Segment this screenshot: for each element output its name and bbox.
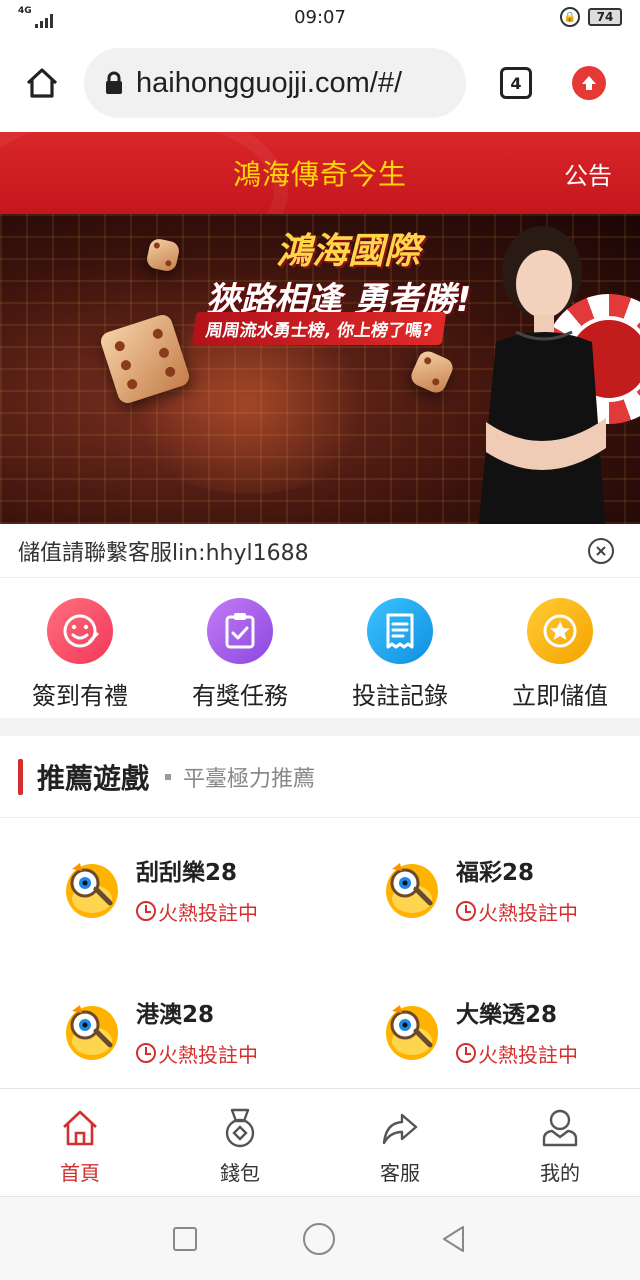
lock-icon	[106, 71, 122, 94]
game-name: 港澳28	[136, 1001, 215, 1028]
notice-bar: 儲值請聯繫客服lin:hhyl1688	[0, 524, 640, 578]
url-text: haihongguojji.com/#/	[136, 66, 403, 99]
nav-label: 錢包	[220, 1161, 260, 1185]
quick-action-label: 有獎任務	[192, 682, 288, 710]
magnifier-mascot-icon	[66, 1005, 118, 1060]
nav-label: 客服	[380, 1161, 420, 1185]
app-header: 鴻海傳奇今生 公告	[0, 132, 640, 214]
game-status: 火熱投註中	[136, 897, 258, 926]
notice-text: 儲值請聯繫客服lin:hhyl1688	[18, 540, 309, 566]
back-triangle-icon[interactable]	[439, 1224, 469, 1254]
star-coin-icon	[527, 598, 593, 664]
recommended-games-header: 推薦遊戲 平臺極力推薦	[0, 736, 640, 818]
clipboard-check-icon	[207, 598, 273, 664]
nav-label: 我的	[540, 1161, 580, 1185]
game-item[interactable]: 福彩28 火熱投註中	[320, 818, 640, 960]
magnifier-mascot-icon	[386, 1005, 438, 1060]
address-bar[interactable]: haihongguojji.com/#/	[84, 48, 466, 118]
status-bar: 4G 09:07 🔒 74	[0, 0, 640, 34]
banner-subtitle: 周周流水勇士榜, 你上榜了嗎?	[191, 312, 447, 345]
section-divider	[0, 718, 640, 736]
game-name: 大樂透28	[456, 1001, 558, 1028]
clock-icon	[136, 1043, 156, 1063]
magnifier-mascot-icon	[66, 863, 118, 918]
game-status: 火熱投註中	[456, 897, 578, 926]
quick-actions: 簽到有禮 有獎任務 投註記錄 立即儲值	[0, 578, 640, 718]
section-accent-bar	[18, 758, 23, 795]
nav-profile[interactable]: 我的	[480, 1089, 640, 1196]
section-dot	[165, 773, 172, 780]
announcement-button[interactable]: 公告	[564, 156, 612, 191]
promo-banner[interactable]: 鴻海國際 狹路相逢 勇者勝! 周周流水勇士榜, 你上榜了嗎?	[0, 214, 640, 524]
game-status-text: 火熱投註中	[478, 900, 578, 925]
magnifier-mascot-icon	[386, 863, 438, 918]
quick-action-bet-records[interactable]: 投註記錄	[320, 578, 480, 718]
status-time: 09:07	[294, 6, 346, 28]
arrow-up-icon	[582, 76, 596, 90]
quick-action-sign-in[interactable]: 簽到有禮	[0, 578, 160, 718]
home-icon	[26, 68, 58, 98]
game-list: 刮刮樂28 火熱投註中 福彩28 火熱投註中 港澳28 火熱投註中 大樂透28 …	[0, 818, 640, 1088]
wallet-medal-icon	[225, 1108, 255, 1148]
share-arrow-icon	[382, 1113, 418, 1145]
smile-sign-icon	[47, 598, 113, 664]
system-navigation	[0, 1196, 640, 1280]
game-item[interactable]: 大樂透28 火熱投註中	[320, 960, 640, 1102]
game-status-text: 火熱投註中	[158, 900, 258, 925]
browser-home-button[interactable]	[22, 63, 62, 103]
clock-icon	[456, 901, 476, 921]
receipt-icon	[367, 598, 433, 664]
nav-support[interactable]: 客服	[320, 1089, 480, 1196]
game-name: 福彩28	[456, 859, 535, 886]
banner-brand: 鴻海國際	[276, 231, 421, 272]
game-status: 火熱投註中	[456, 1039, 578, 1068]
clock-icon	[456, 1043, 476, 1063]
update-button[interactable]	[572, 66, 606, 100]
game-name: 刮刮樂28	[136, 859, 238, 886]
quick-action-label: 立即儲值	[512, 682, 608, 710]
page-title: 鴻海傳奇今生	[232, 158, 407, 191]
promo-model-image	[478, 226, 606, 524]
bottom-navigation: 首頁 錢包 客服 我的	[0, 1088, 640, 1196]
section-title: 推薦遊戲	[37, 761, 150, 795]
game-item[interactable]: 刮刮樂28 火熱投註中	[0, 818, 320, 960]
game-item[interactable]: 港澳28 火熱投註中	[0, 960, 320, 1102]
game-status: 火熱投註中	[136, 1039, 258, 1068]
clock-icon	[136, 901, 156, 921]
game-status-text: 火熱投註中	[158, 1042, 258, 1067]
close-icon[interactable]	[588, 537, 614, 564]
home-circle-icon[interactable]	[302, 1222, 336, 1256]
nav-home[interactable]: 首頁	[0, 1089, 160, 1196]
nav-label: 首頁	[60, 1161, 100, 1185]
quick-action-label: 簽到有禮	[32, 682, 128, 710]
quick-action-tasks[interactable]: 有獎任務	[160, 578, 320, 718]
game-status-text: 火熱投註中	[478, 1042, 578, 1067]
quick-action-deposit[interactable]: 立即儲值	[480, 578, 640, 718]
recent-apps-icon[interactable]	[171, 1225, 199, 1253]
nav-wallet[interactable]: 錢包	[160, 1089, 320, 1196]
user-icon	[542, 1109, 578, 1147]
browser-toolbar: haihongguojji.com/#/ 4	[0, 34, 640, 132]
quick-action-label: 投註記錄	[352, 682, 448, 710]
home-icon	[63, 1110, 97, 1146]
section-subtitle: 平臺極力推薦	[183, 766, 316, 792]
tab-switcher-button[interactable]: 4	[500, 67, 532, 99]
